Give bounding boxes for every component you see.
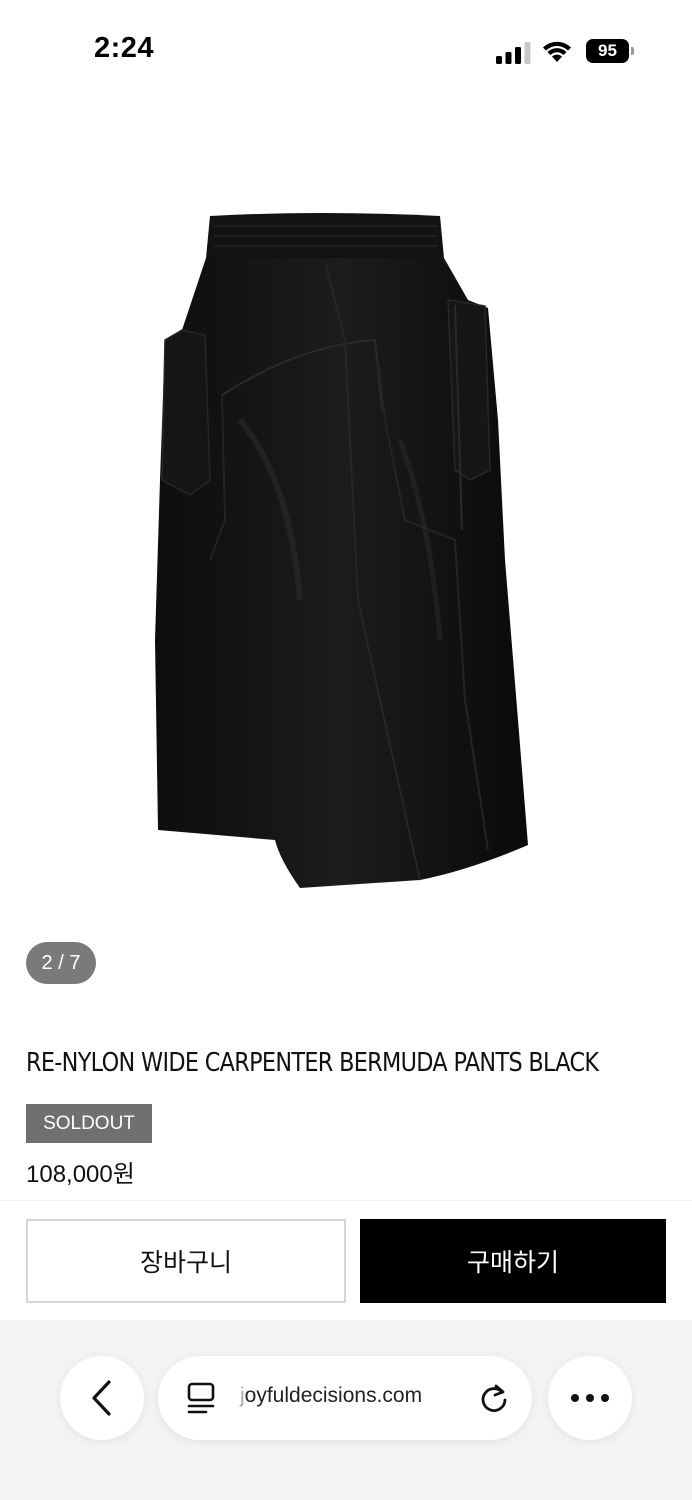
product-title: RE-NYLON WIDE CARPENTER BERMUDA PANTS BL… — [26, 1048, 599, 1078]
back-arrow-icon — [92, 1380, 111, 1416]
add-to-cart-button[interactable]: 장바구니 — [26, 1219, 346, 1303]
tab-overview-icon — [187, 1382, 215, 1414]
status-bar: 2:24 95 — [0, 0, 692, 100]
battery-tip — [631, 47, 634, 55]
reload-icon[interactable] — [478, 1382, 510, 1414]
battery-icon: 95 — [586, 39, 634, 63]
image-counter: 2 / 7 — [26, 942, 96, 984]
product-price: 108,000원 — [26, 1161, 135, 1188]
purchase-action-bar: 장바구니 구매하기 — [0, 1200, 692, 1320]
url-domain: oyfuldecisions.com — [244, 1384, 423, 1407]
address-bar[interactable]: joyfuldecisions.com — [158, 1356, 532, 1440]
cellular-signal-icon — [496, 42, 531, 64]
product-image[interactable] — [0, 100, 692, 1010]
browser-toolbar: joyfuldecisions.com — [0, 1320, 692, 1500]
url-text: joyfuldecisions.com — [240, 1384, 422, 1408]
status-time: 2:24 — [94, 32, 155, 64]
wifi-icon — [543, 41, 571, 62]
soldout-badge: SOLDOUT — [26, 1104, 152, 1143]
buy-now-button[interactable]: 구매하기 — [360, 1219, 666, 1303]
back-button[interactable] — [60, 1356, 144, 1440]
more-options-icon — [571, 1394, 609, 1402]
battery-level: 95 — [586, 39, 629, 63]
product-page: 2:24 95 2 / 7 RE-NYLON WIDE CARPENTER BE… — [0, 0, 692, 1500]
more-options-button[interactable] — [548, 1356, 632, 1440]
